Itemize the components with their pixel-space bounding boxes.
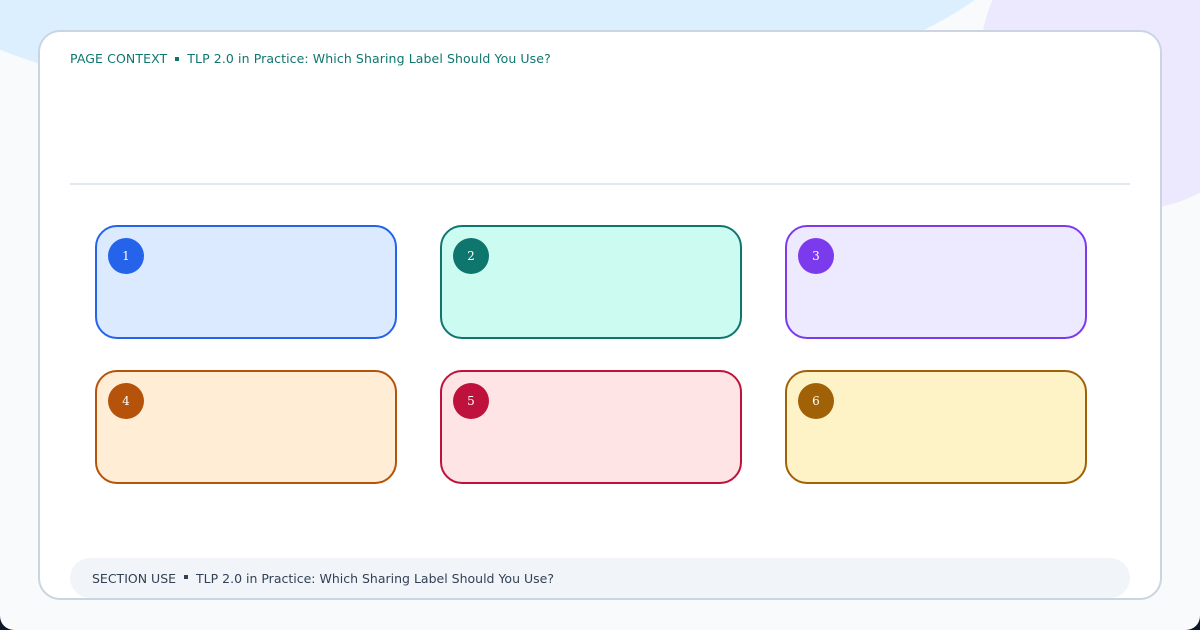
diagram-box-1: 1 [95,225,397,339]
section-use-label: SECTION USE [92,570,177,586]
diagram-box-3: 3 [785,225,1087,339]
number-badge-5: 5 [453,383,489,419]
separator-dot-icon [184,575,189,579]
number-badge-2: 2 [453,238,489,274]
number-badge-1: 1 [108,238,144,274]
separator-dot-icon [175,56,180,61]
diagram-box-2: 2 [440,225,742,339]
section-use-title: TLP 2.0 in Practice: Which Sharing Label… [196,570,554,586]
diagram-box-4: 4 [95,370,397,484]
number-badge-3: 3 [798,238,834,274]
diagram-box-5: 5 [440,370,742,484]
header-divider [70,183,1130,185]
number-badge-6: 6 [798,383,834,419]
page-context-label: PAGE CONTEXT [70,51,168,66]
diagram-card: PAGE CONTEXT TLP 2.0 in Practice: Which S… [38,30,1162,600]
page-context-title: TLP 2.0 in Practice: Which Sharing Label… [187,51,551,66]
section-use-bar: SECTION USE TLP 2.0 in Practice: Which Sh… [70,558,1130,598]
page-context: PAGE CONTEXT TLP 2.0 in Practice: Which S… [70,51,551,66]
diagram-box-6: 6 [785,370,1087,484]
number-badge-4: 4 [108,383,144,419]
